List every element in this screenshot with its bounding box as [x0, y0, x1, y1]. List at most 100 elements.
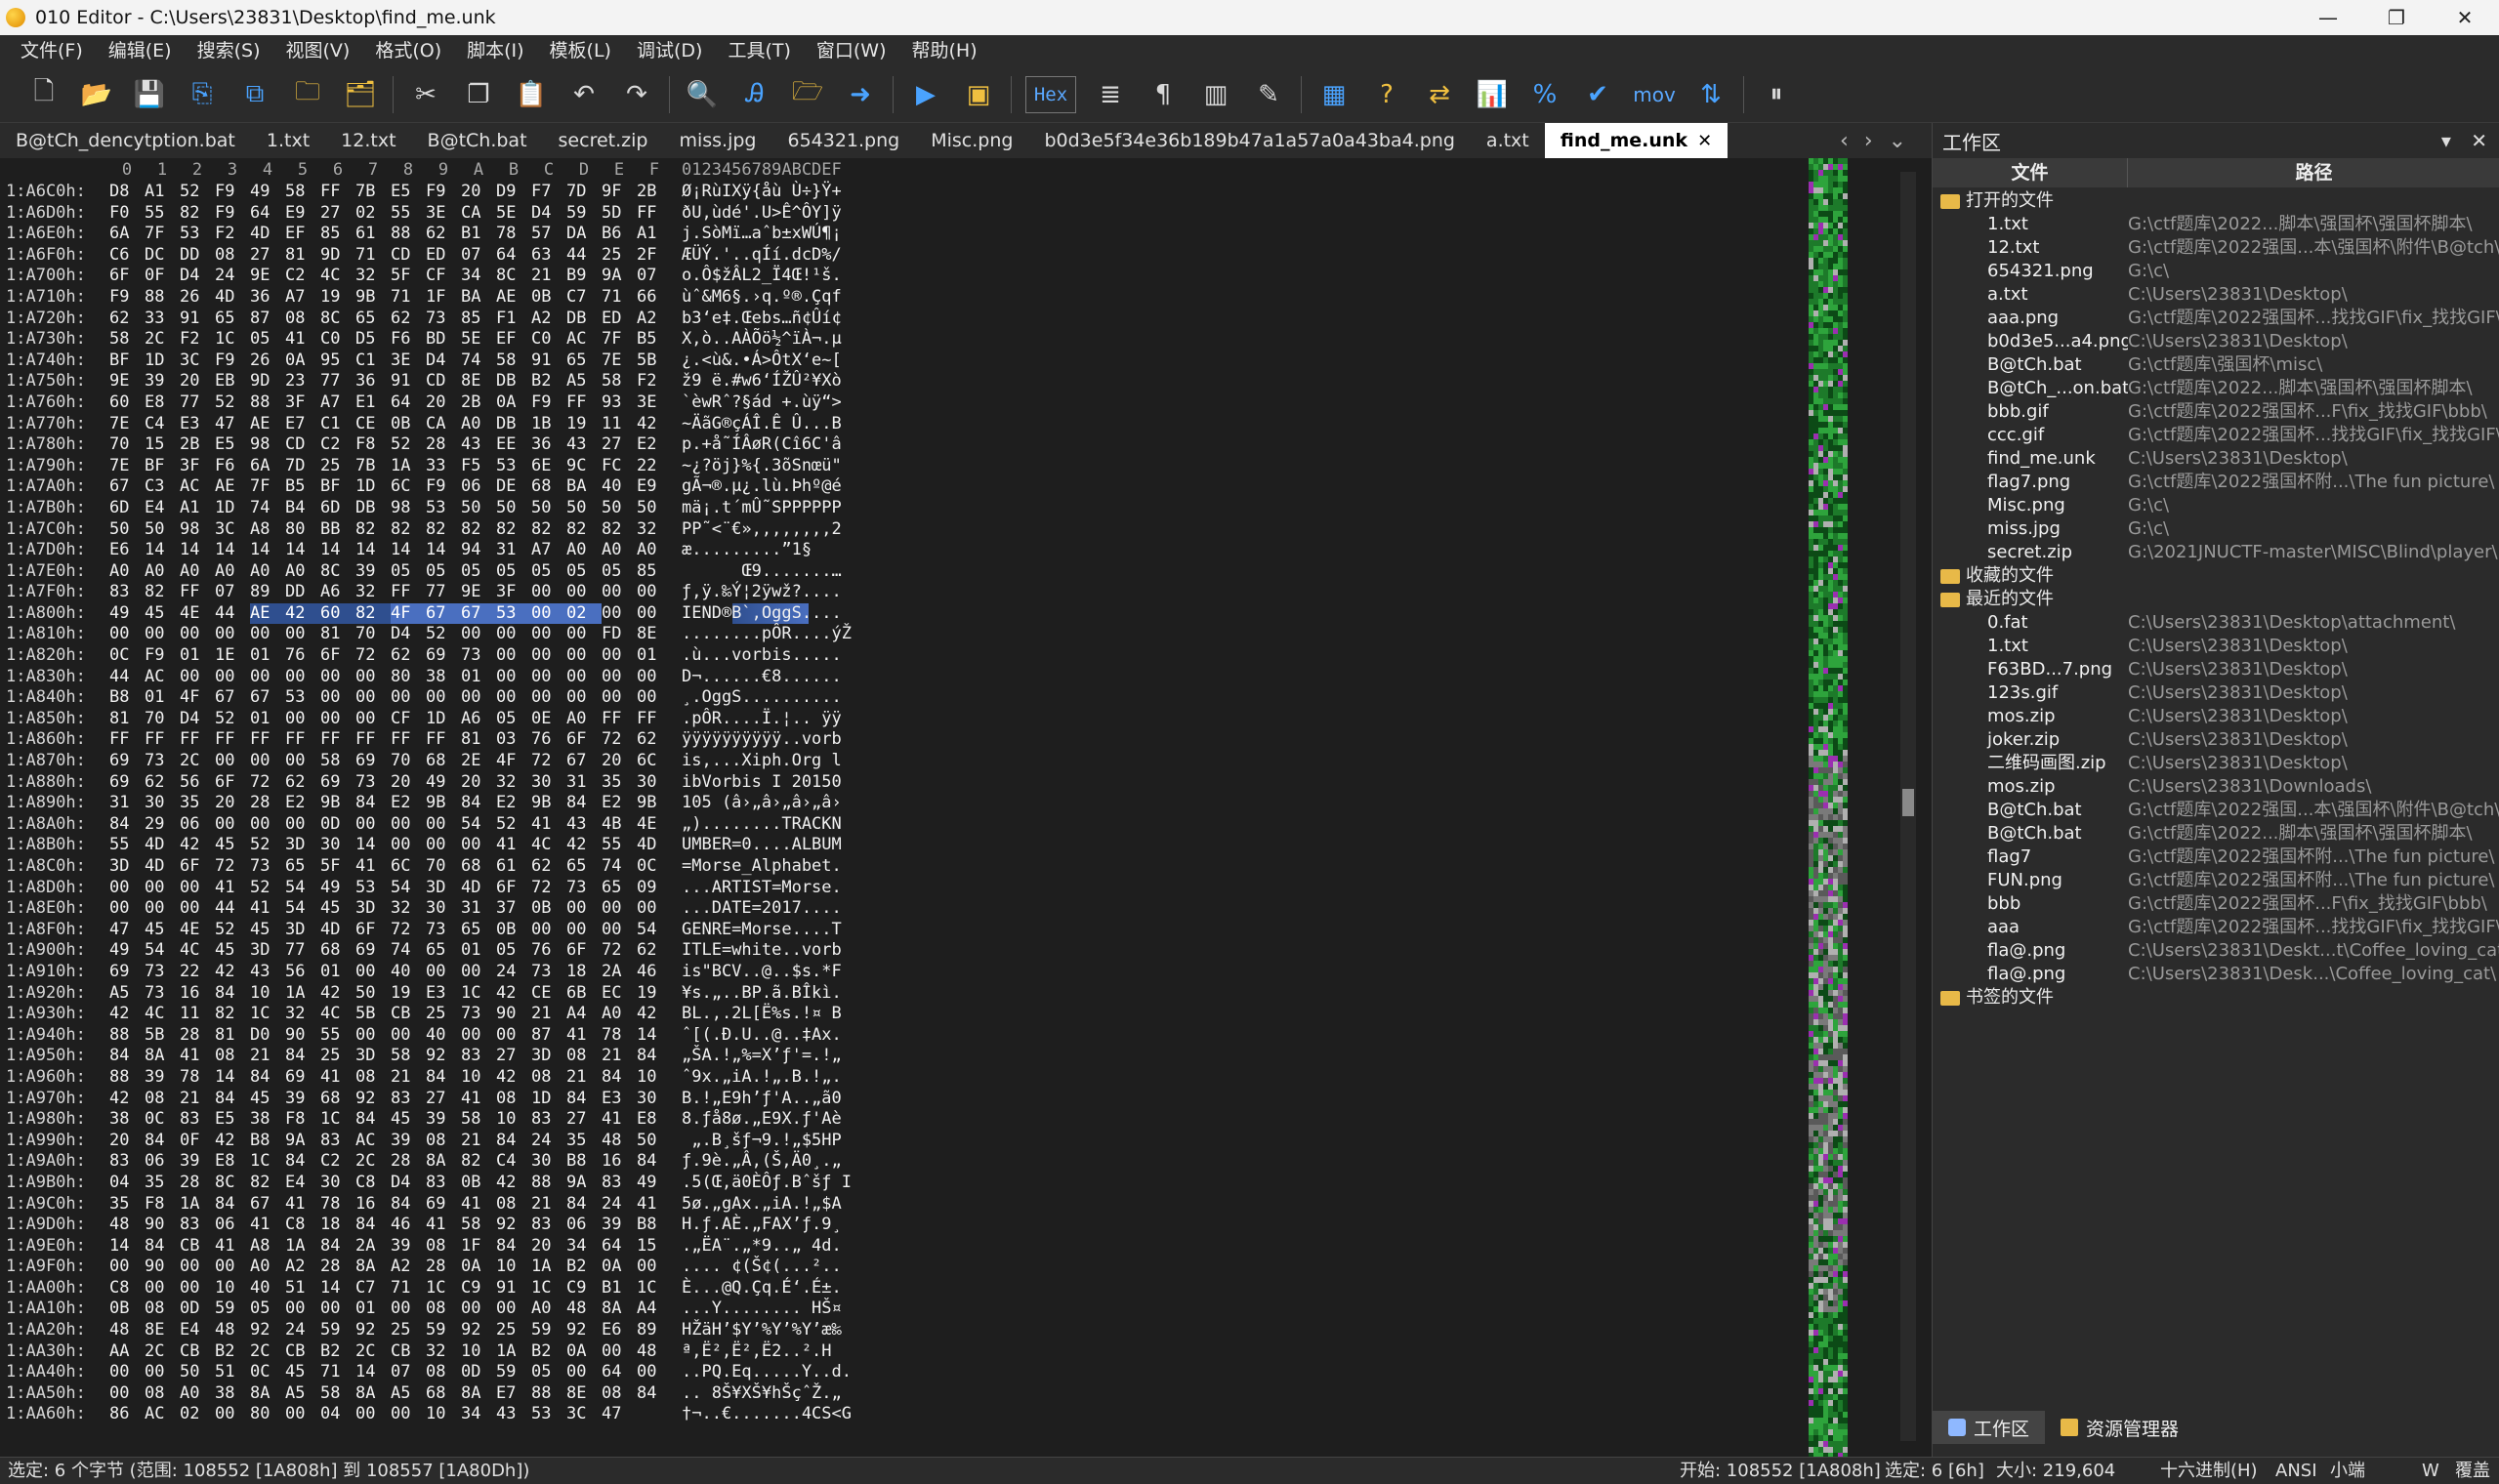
- hex-byte[interactable]: 69: [426, 645, 461, 667]
- hex-byte[interactable]: FF: [285, 729, 320, 751]
- hex-byte[interactable]: 65: [461, 920, 496, 941]
- hex-byte[interactable]: 0F: [180, 1131, 215, 1152]
- hex-byte[interactable]: CE: [531, 983, 566, 1005]
- hex-byte[interactable]: 69: [320, 772, 355, 794]
- hex-byte[interactable]: E8: [637, 1109, 672, 1131]
- hex-byte[interactable]: 8A: [145, 1046, 180, 1067]
- hex-byte[interactable]: A6: [320, 582, 355, 603]
- hex-byte[interactable]: 82: [461, 1151, 496, 1173]
- hex-byte[interactable]: B8: [250, 1131, 285, 1152]
- text-mode-icon[interactable]: ≣: [1092, 76, 1129, 113]
- hex-byte[interactable]: 08: [145, 1383, 180, 1405]
- hex-byte[interactable]: 36: [531, 434, 566, 456]
- hex-byte[interactable]: 70: [355, 624, 391, 645]
- hex-byte[interactable]: 00: [461, 687, 496, 709]
- hex-byte[interactable]: CB: [180, 1236, 215, 1257]
- hex-byte[interactable]: 41: [250, 1215, 285, 1236]
- hex-byte[interactable]: 27: [250, 245, 285, 267]
- hex-byte[interactable]: 42: [320, 983, 355, 1005]
- row-ascii[interactable]: .ù...vorbis.....: [682, 645, 842, 667]
- hex-byte[interactable]: 58: [461, 1109, 496, 1131]
- row-ascii[interactable]: ƒ‚ÿ.‰Ý¦2ÿwž?....: [682, 582, 842, 603]
- hex-byte[interactable]: 05: [566, 561, 602, 583]
- hex-byte[interactable]: 00: [496, 687, 531, 709]
- hex-byte[interactable]: 50: [531, 498, 566, 519]
- hex-byte[interactable]: 22: [637, 456, 672, 477]
- hex-byte[interactable]: 94: [461, 540, 496, 561]
- hex-byte[interactable]: E2: [602, 793, 637, 814]
- hex-byte[interactable]: 1A: [285, 983, 320, 1005]
- hex-byte[interactable]: E3: [180, 414, 215, 435]
- hex-byte[interactable]: 0A: [285, 350, 320, 372]
- row-bytes[interactable]: 00 08 A0 38 8A A5 58 8A A5 68 8A E7 88 8E 08 84: [109, 1383, 672, 1405]
- hex-byte[interactable]: 05: [531, 1362, 566, 1383]
- hex-byte[interactable]: 50: [180, 1362, 215, 1383]
- hex-byte[interactable]: D9: [496, 182, 531, 203]
- hex-byte[interactable]: 3C: [180, 350, 215, 372]
- workspace-file-item[interactable]: find_me.unk C:\Users\23831\Desktop\: [1933, 447, 2499, 471]
- hex-byte[interactable]: 0E: [531, 709, 566, 730]
- row-ascii[interactable]: ÿÿÿÿÿÿÿÿÿÿ..vorb: [682, 729, 842, 751]
- hex-byte[interactable]: 76: [285, 645, 320, 667]
- hex-byte[interactable]: 0B: [109, 1298, 145, 1320]
- hex-byte[interactable]: 00: [355, 814, 391, 836]
- hex-byte[interactable]: 62: [285, 772, 320, 794]
- hex-byte[interactable]: C0: [320, 329, 355, 350]
- paste-icon[interactable]: 📋: [513, 76, 550, 113]
- hex-byte[interactable]: 14: [320, 1278, 355, 1299]
- hex-byte[interactable]: ED: [602, 309, 637, 330]
- hex-byte[interactable]: 06: [566, 1215, 602, 1236]
- hex-byte[interactable]: A5: [109, 983, 145, 1005]
- hex-byte[interactable]: 7F: [250, 476, 285, 498]
- tab-a-txt[interactable]: a.txt: [1471, 123, 1545, 158]
- hex-byte[interactable]: 7B: [355, 456, 391, 477]
- hex-byte[interactable]: 65: [566, 350, 602, 372]
- hex-byte[interactable]: 74: [250, 498, 285, 519]
- row-ascii[interactable]: ~ÄãG®çÁÎ.Ê Û...B: [682, 414, 842, 435]
- replace-icon[interactable]: Ꭿ: [736, 76, 773, 113]
- hex-byte[interactable]: 73: [145, 962, 180, 983]
- hex-byte[interactable]: B4: [285, 498, 320, 519]
- hex-byte[interactable]: 77: [320, 371, 355, 392]
- hex-byte[interactable]: C2: [285, 266, 320, 287]
- hex-byte[interactable]: 1C: [531, 1278, 566, 1299]
- hex-byte[interactable]: 92: [355, 1089, 391, 1110]
- hex-byte[interactable]: 67: [250, 1194, 285, 1216]
- row-bytes[interactable]: 69 73 22 42 43 56 01 00 40 00 00 24 73 18 2A 46: [109, 962, 672, 983]
- hex-byte[interactable]: 07: [637, 266, 672, 287]
- hex-byte[interactable]: 42: [637, 1004, 672, 1025]
- menu-tools[interactable]: 工具(T): [715, 35, 803, 66]
- hex-byte[interactable]: B5: [285, 476, 320, 498]
- hex-byte[interactable]: 69: [109, 962, 145, 983]
- hex-byte[interactable]: C1: [355, 350, 391, 372]
- hex-byte[interactable]: 31: [566, 772, 602, 794]
- hex-byte[interactable]: 41: [426, 1215, 461, 1236]
- hex-byte[interactable]: 04: [109, 1173, 145, 1194]
- row-bytes[interactable]: 83 82 FF 07 89 DD A6 32 FF 77 9E 3F 00 00 00 00: [109, 582, 672, 603]
- hex-byte[interactable]: 16: [180, 983, 215, 1005]
- hex-byte[interactable]: 60: [320, 602, 355, 625]
- workspace-file-item[interactable]: 1.txt C:\Users\23831\Desktop\: [1933, 635, 2499, 658]
- hex-byte[interactable]: DB: [355, 498, 391, 519]
- hex-byte[interactable]: 00: [145, 878, 180, 899]
- hex-byte[interactable]: 83: [109, 582, 145, 603]
- hex-byte[interactable]: 73: [426, 920, 461, 941]
- row-ascii[interactable]: is,...Xiph.Org l: [682, 751, 842, 772]
- minimize-button[interactable]: —: [2294, 0, 2362, 35]
- hex-byte[interactable]: 14: [355, 540, 391, 561]
- hex-byte[interactable]: 2A: [355, 1236, 391, 1257]
- hex-byte[interactable]: DC: [145, 245, 180, 267]
- hex-byte[interactable]: 91: [531, 350, 566, 372]
- row-bytes[interactable]: 00 00 00 44 41 54 45 3D 32 30 31 37 0B 00 00 00: [109, 898, 672, 920]
- hex-byte[interactable]: 83: [391, 1089, 426, 1110]
- hex-byte[interactable]: 00: [215, 751, 250, 772]
- hex-byte[interactable]: 82: [602, 519, 637, 541]
- hex-byte[interactable]: 06: [461, 476, 496, 498]
- hex-byte[interactable]: 41: [461, 1194, 496, 1216]
- hex-byte[interactable]: 98: [180, 519, 215, 541]
- hex-byte[interactable]: 32: [426, 1341, 461, 1363]
- hex-byte[interactable]: A0: [602, 1004, 637, 1025]
- hex-byte[interactable]: 78: [602, 1025, 637, 1047]
- hex-byte[interactable]: 62: [391, 645, 426, 667]
- hex-byte[interactable]: 58: [496, 350, 531, 372]
